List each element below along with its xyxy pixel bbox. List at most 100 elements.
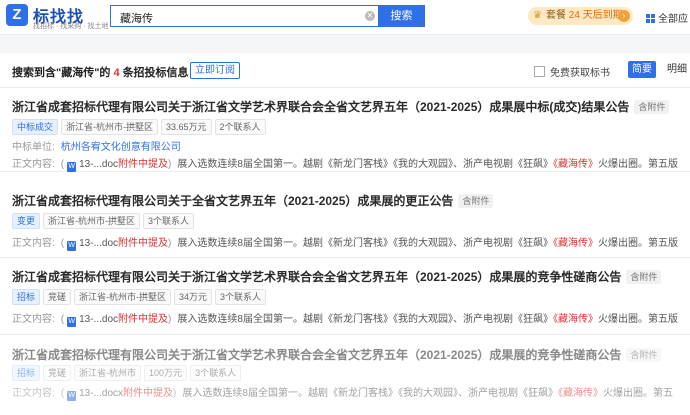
- word-doc-icon: W: [67, 391, 77, 401]
- clear-icon[interactable]: ✕: [365, 11, 375, 21]
- result-title[interactable]: 浙江省成套招标代理有限公司关于浙江省文学艺术界联合会全省文艺界五年（2021-2…: [12, 268, 662, 285]
- attachment-mention: 附件中提及: [118, 159, 169, 170]
- summary-prefix: 搜索到含": [12, 67, 62, 79]
- page-gap: [0, 35, 690, 53]
- results-count-text: 搜索到含"藏海传"的 4 条招投标信息: [12, 64, 189, 80]
- vip-prefix: 套餐: [546, 10, 569, 21]
- snippet-post: 火爆出圈。第五版: [597, 314, 678, 325]
- attachment-tag: 含附件: [458, 194, 494, 208]
- body-label: 正文内容:: [12, 159, 55, 170]
- contacts-tag[interactable]: 3个联系人: [190, 365, 242, 381]
- crown-icon: ♛: [533, 10, 542, 21]
- attachment-mention: 附件中提及: [118, 314, 169, 325]
- region-tag: 浙江省-杭州市: [74, 365, 142, 381]
- result-tags: 变更 浙江省-杭州市-拱墅区 3个联系人: [12, 213, 197, 229]
- chevron-right-icon: ›: [618, 10, 630, 22]
- snippet-highlight: 《藏海传》: [557, 388, 603, 399]
- logo-icon[interactable]: Z: [6, 4, 28, 26]
- tab-detail[interactable]: 明细: [662, 61, 690, 78]
- body-label: 正文内容:: [12, 314, 55, 325]
- snippet-pre: 展入选数连续8届全国第一。越剧《新龙门客栈》《我的大观园》、浙产电视剧《狂飙》: [182, 388, 558, 399]
- all-apps-label: 全部应: [658, 14, 688, 25]
- free-get-tender-checkbox[interactable]: 免费获取标书: [534, 64, 610, 79]
- file-name[interactable]: 13-...doc: [79, 159, 118, 170]
- list-item[interactable]: 浙江省成套招标代理有限公司关于浙江省文学艺术界联合会全省文艺界五年（2021-2…: [0, 258, 690, 335]
- region-tag: 浙江省-杭州市-拱墅区: [43, 213, 141, 229]
- attachment-tag: 含附件: [626, 348, 662, 362]
- amount-tag: 33.65万元: [161, 119, 212, 135]
- body-snippet-row: 正文内容:(W 13-...doc附件中提及) 展入选数连续8届全国第一。越剧《新龙…: [12, 238, 678, 251]
- result-title-text[interactable]: 浙江省成套招标代理有限公司关于浙江省文学艺术界联合会全省文艺界五年（2021-2…: [12, 270, 621, 284]
- body-snippet-row: 正文内容:(W 13-...doc附件中提及) 展入选数连续8届全国第一。越剧《新龙…: [12, 314, 678, 327]
- attachment-tag: 含附件: [634, 100, 670, 114]
- result-tags: 中标成交 浙江省-杭州市-拱墅区 33.65万元 2个联系人: [12, 119, 269, 135]
- snippet-post: 火爆出圈。第五版: [597, 159, 678, 170]
- summary-suffix: 条招投标信息: [122, 67, 189, 79]
- notice-type-badge: 变更: [12, 213, 41, 229]
- results-summary-bar: 搜索到含"藏海传"的 4 条招投标信息 立即订阅 免费获取标书 简要 明细: [0, 53, 690, 88]
- result-title-text[interactable]: 浙江省成套招标代理有限公司关于全省文艺界五年（2021-2025）成果展的更正公…: [12, 194, 453, 208]
- snippet-pre: 展入选数连续8届全国第一。越剧《新龙门客栈》《我的大观园》、浙产电视剧《狂飙》: [177, 159, 553, 170]
- amount-tag: 100万元: [144, 365, 188, 381]
- attachment-tag: 含附件: [626, 270, 662, 284]
- tab-summary[interactable]: 简要: [628, 61, 656, 78]
- word-doc-icon: W: [67, 162, 77, 172]
- search-input[interactable]: 藏海传 ✕: [110, 5, 378, 27]
- snippet-highlight: 《藏海传》: [552, 314, 598, 325]
- file-name[interactable]: 13-...docx: [79, 388, 123, 399]
- body-snippet-row: 正文内容:(W 13-...docx附件中提及) 展入选数连续8届全国第一。越剧《新…: [12, 388, 673, 401]
- result-title-text[interactable]: 浙江省成套招标代理有限公司关于浙江省文学艺术界联合会全省文艺界五年（2021-2…: [12, 348, 621, 362]
- search-button[interactable]: 搜索: [378, 5, 425, 27]
- result-tags: 招标 竞磋 浙江省-杭州市 100万元 3个联系人: [12, 365, 244, 381]
- result-title[interactable]: 浙江省成套招标代理有限公司关于浙江省文学艺术界联合会全省文艺界五年（2021-2…: [12, 98, 670, 115]
- body-label: 正文内容:: [12, 388, 55, 399]
- procurement-method-tag: 竞磋: [43, 289, 72, 305]
- file-name[interactable]: 13-...doc: [79, 314, 118, 325]
- vip-expiry: 24 天后到期: [568, 10, 623, 21]
- summary-mid: "的: [94, 67, 111, 79]
- free-get-label: 免费获取标书: [550, 68, 610, 79]
- snippet-post: 火爆出圈。第五: [602, 388, 673, 399]
- snippet-highlight: 《藏海传》: [552, 238, 598, 249]
- logo-slogan: 找招标 · 找采购 · 找土地: [33, 23, 109, 30]
- list-item[interactable]: 浙江省成套招标代理有限公司关于浙江省文学艺术界联合会全省文艺界五年（2021-2…: [0, 335, 690, 415]
- summary-keyword: 藏海传: [61, 67, 95, 79]
- winner-link[interactable]: 杭州各宥文化创意有限公司: [61, 142, 181, 153]
- winner-row: 中标单位: 杭州各宥文化创意有限公司: [12, 138, 181, 153]
- snippet-text: 展入选数连续8届全国第一。越剧《新龙门客栈》《我的大观园》、浙产电视剧《狂飙》《…: [182, 388, 673, 399]
- list-item[interactable]: 浙江省成套招标代理有限公司关于浙江省文学艺术界联合会全省文艺界五年（2021-2…: [0, 88, 690, 172]
- results-count: 4: [113, 67, 120, 79]
- snippet-post: 火爆出圈。第五版: [597, 238, 678, 249]
- checkbox-icon: [534, 66, 545, 77]
- word-doc-icon: W: [67, 241, 77, 251]
- procurement-method-tag: 竞磋: [43, 365, 72, 381]
- snippet-highlight: 《藏海传》: [552, 159, 598, 170]
- list-item[interactable]: 浙江省成套招标代理有限公司关于全省文艺界五年（2021-2025）成果展的更正公…: [0, 172, 690, 258]
- contacts-tag[interactable]: 3个联系人: [215, 289, 267, 305]
- result-title-text[interactable]: 浙江省成套招标代理有限公司关于浙江省文学艺术界联合会全省文艺界五年（2021-2…: [12, 100, 629, 114]
- region-tag: 浙江省-杭州市-拱墅区: [74, 289, 172, 305]
- result-title[interactable]: 浙江省成套招标代理有限公司关于全省文艺界五年（2021-2025）成果展的更正公…: [12, 192, 494, 209]
- region-tag: 浙江省-杭州市-拱墅区: [61, 119, 159, 135]
- grid-icon: [646, 14, 655, 23]
- file-name[interactable]: 13-...doc: [79, 238, 118, 249]
- search-input-value: 藏海传: [120, 13, 153, 25]
- snippet-text: 展入选数连续8届全国第一。越剧《新龙门客栈》《我的大观园》、浙产电视剧《狂飙》《…: [177, 159, 678, 170]
- attachment-mention: 附件中提及: [118, 238, 169, 249]
- notice-type-badge: 中标成交: [12, 119, 59, 135]
- vip-package-banner[interactable]: ♛ 套餐 24 天后到期 ›: [528, 7, 633, 25]
- all-apps-link[interactable]: 全部应: [646, 10, 688, 25]
- subscribe-button[interactable]: 立即订阅: [190, 62, 240, 79]
- contacts-tag[interactable]: 2个联系人: [214, 119, 266, 135]
- contacts-tag[interactable]: 3个联系人: [143, 213, 195, 229]
- winner-label: 中标单位:: [12, 142, 55, 153]
- snippet-pre: 展入选数连续8届全国第一。越剧《新龙门客栈》《我的大观园》、浙产电视剧《狂飙》: [177, 238, 553, 249]
- notice-type-badge: 招标: [12, 365, 41, 381]
- body-label: 正文内容:: [12, 238, 55, 249]
- snippet-text: 展入选数连续8届全国第一。越剧《新龙门客栈》《我的大观园》、浙产电视剧《狂飙》《…: [177, 238, 678, 249]
- word-doc-icon: W: [67, 317, 77, 327]
- notice-type-badge: 招标: [12, 289, 41, 305]
- amount-tag: 34万元: [174, 289, 213, 305]
- attachment-mention: 附件中提及: [123, 388, 174, 399]
- result-title[interactable]: 浙江省成套招标代理有限公司关于浙江省文学艺术界联合会全省文艺界五年（2021-2…: [12, 346, 662, 363]
